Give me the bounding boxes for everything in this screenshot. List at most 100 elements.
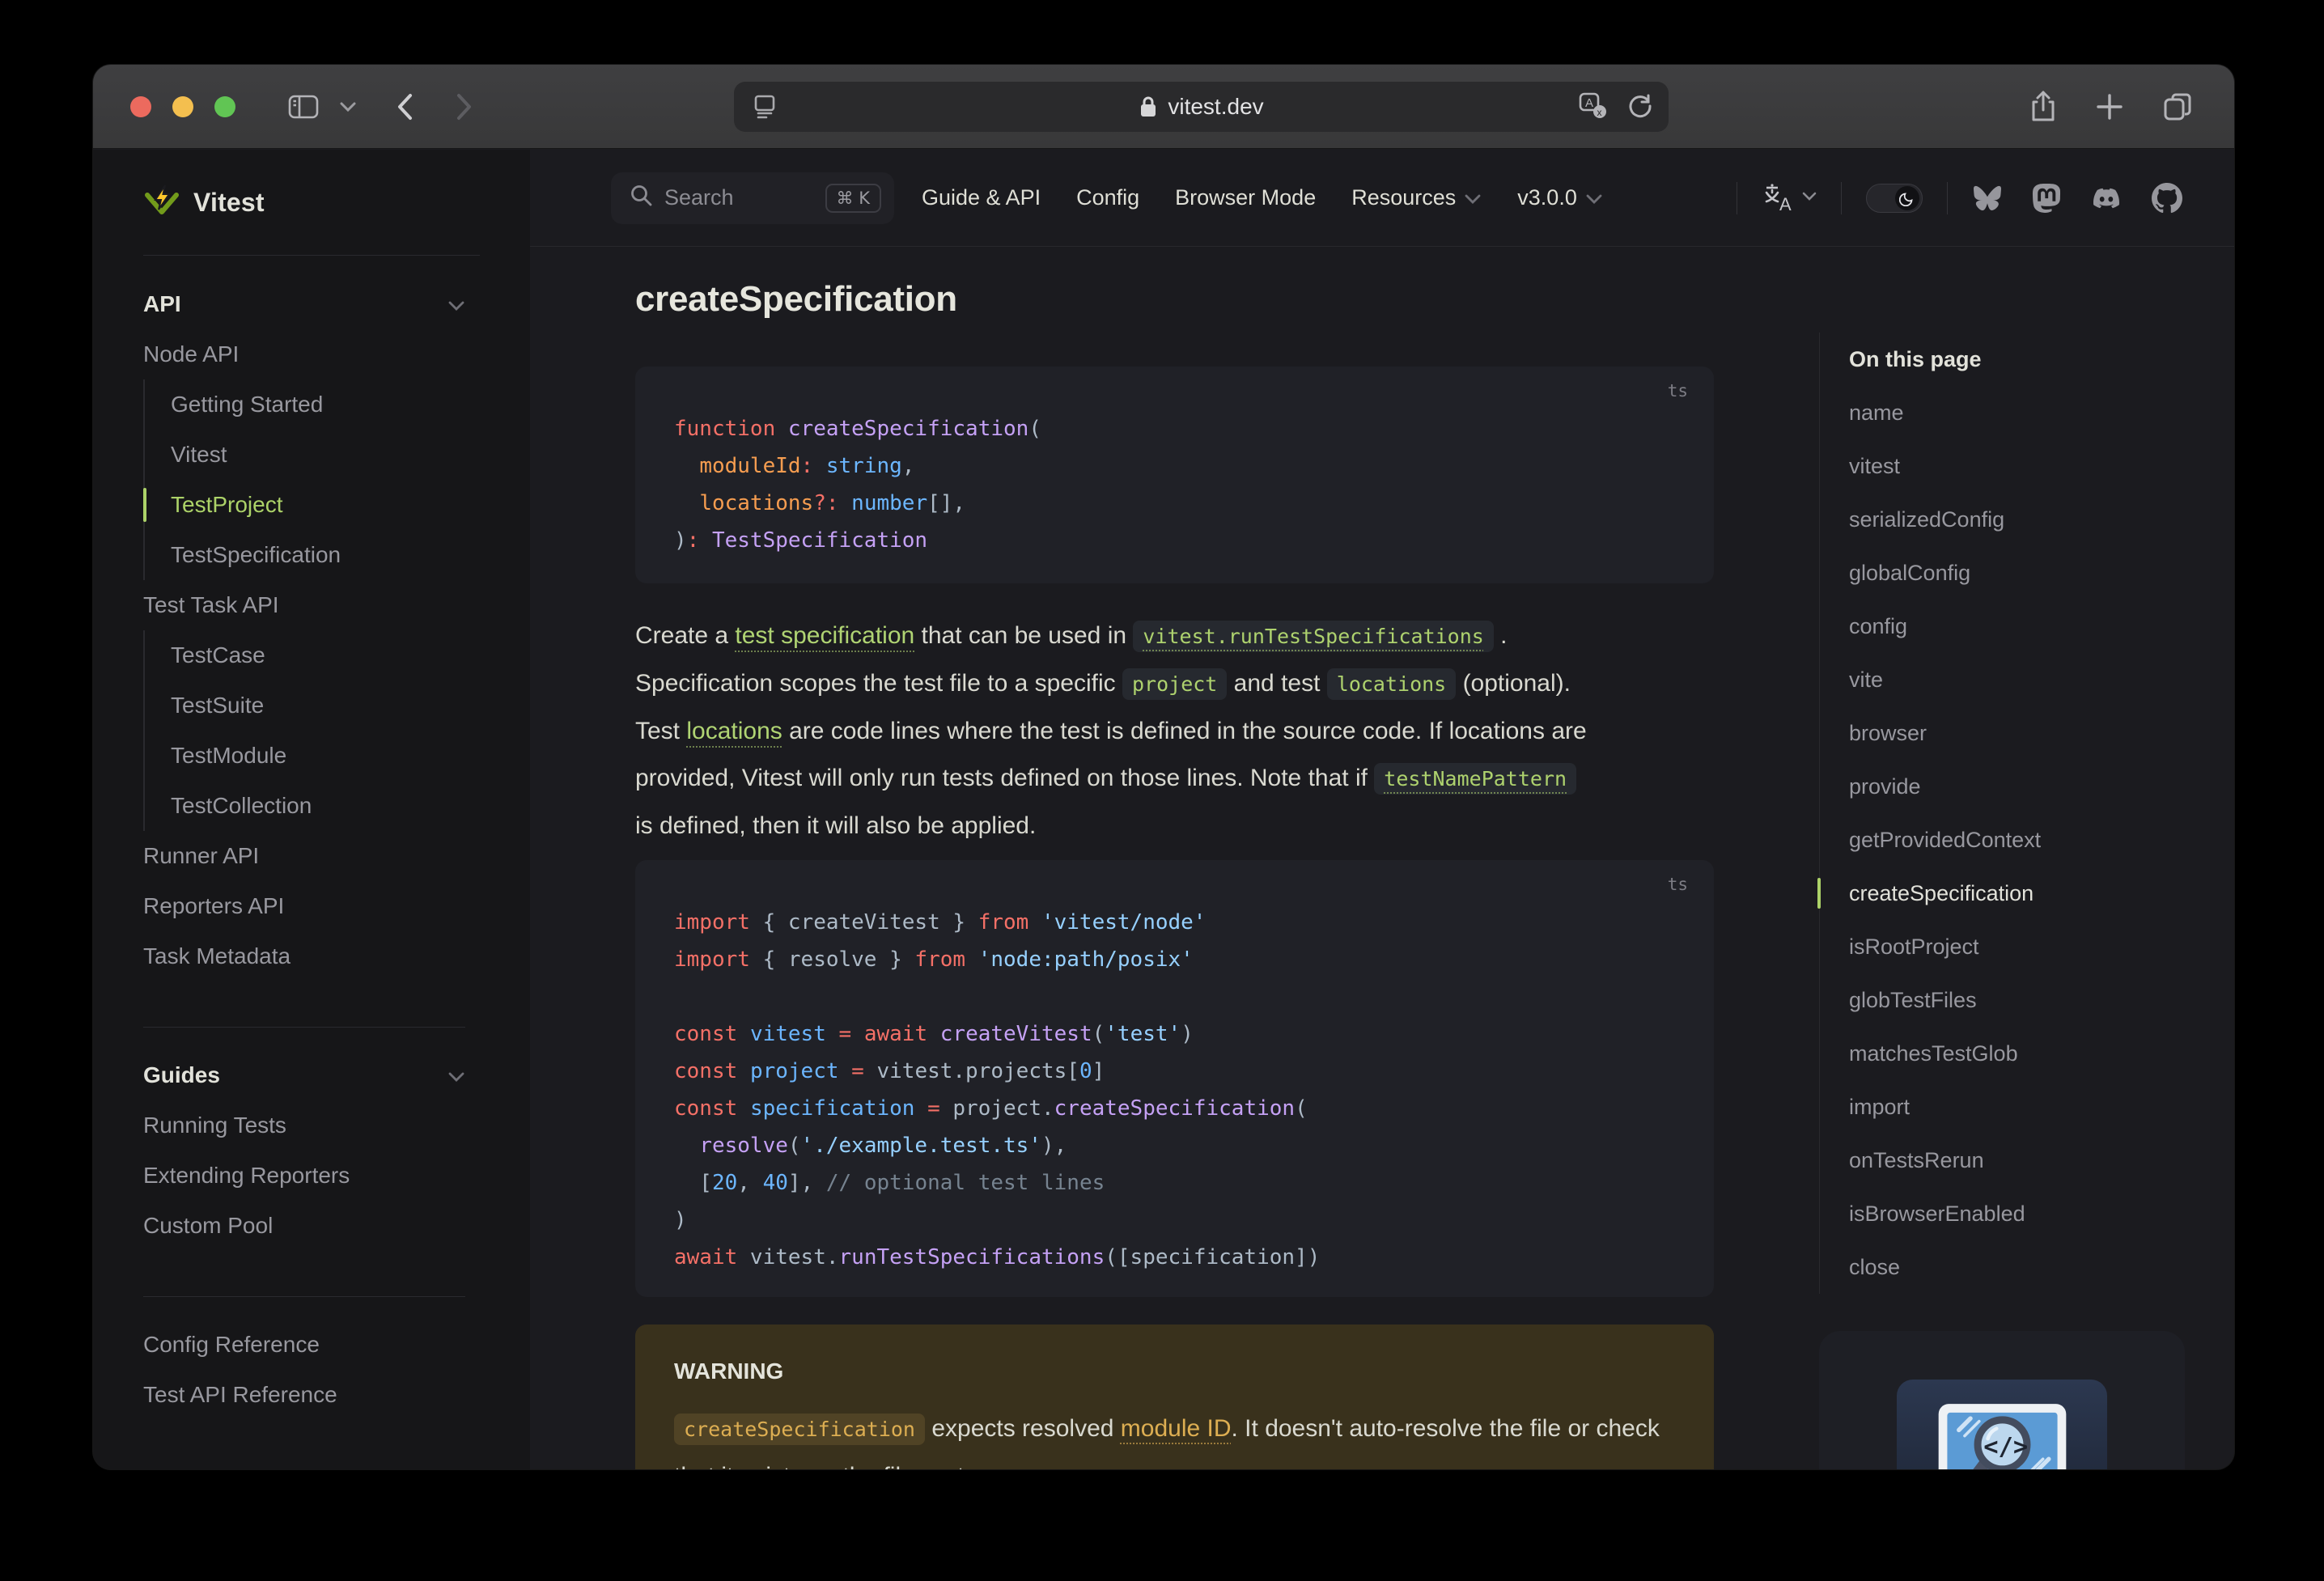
sidebar-item-testcase[interactable]: TestCase: [143, 630, 462, 680]
moon-icon: [1895, 185, 1919, 210]
toc-item-getprovidedcontext[interactable]: getProvidedContext: [1849, 813, 2167, 867]
reload-icon[interactable]: [1626, 92, 1654, 120]
sidebar-item-node-api[interactable]: Node API: [143, 329, 512, 379]
sidebar-item-custom-pool[interactable]: Custom Pool: [143, 1201, 512, 1251]
inline-code: locations: [1326, 668, 1457, 700]
code-line: const vitest = await createVitest('test'…: [674, 1022, 1194, 1046]
mastodon-icon[interactable]: [2032, 183, 2061, 214]
language-menu[interactable]: A: [1762, 183, 1817, 214]
sidebar-item-test-task-api[interactable]: Test Task API: [143, 580, 512, 630]
code-link-testnamepattern[interactable]: testNamePattern: [1374, 763, 1577, 795]
doc-link-module-id[interactable]: module ID: [1121, 1415, 1232, 1442]
back-button[interactable]: [394, 91, 415, 122]
main-area: Search ⌘ K Guide & API Config Browser Mode…: [530, 150, 2234, 1469]
nav-link-browser-mode[interactable]: Browser Mode: [1175, 185, 1316, 210]
sidebar-item-testspecification[interactable]: TestSpecification: [143, 530, 462, 580]
toc-item-browser[interactable]: browser: [1849, 706, 2167, 760]
doc-link-test-specification[interactable]: test specification: [735, 622, 914, 649]
close-window-button[interactable]: [130, 95, 151, 117]
toc-item-vitest[interactable]: vitest: [1849, 439, 2167, 493]
svg-text:A: A: [1585, 96, 1593, 110]
sidebar-chevron-down-icon[interactable]: [339, 101, 357, 112]
new-tab-icon[interactable]: [2095, 92, 2124, 121]
dark-mode-toggle[interactable]: [1866, 183, 1923, 213]
toc-item-vite[interactable]: vite: [1849, 653, 2167, 706]
chevron-down-icon: [447, 291, 465, 317]
sponsor-card[interactable]: </>: [1819, 1331, 2185, 1469]
warning-line: createSpecification expects resolved mod…: [674, 1405, 1675, 1453]
translate-icon[interactable]: A x: [1578, 91, 1609, 121]
sidebar-item-testmodule[interactable]: TestModule: [143, 731, 462, 781]
toc-item-serializedconfig[interactable]: serializedConfig: [1849, 493, 2167, 546]
sidebar-item-runner-api[interactable]: Runner API: [143, 831, 512, 881]
tab-overview-icon[interactable]: [2161, 91, 2194, 123]
code-link-vitest-runtestspecifications[interactable]: vitest.runTestSpecifications: [1133, 621, 1494, 652]
sidebar-item-label: Reporters API: [143, 893, 285, 918]
github-icon[interactable]: [2152, 182, 2182, 214]
svg-text:x: x: [1597, 107, 1602, 118]
sidebar-item-label: Running Tests: [143, 1113, 286, 1138]
sidebar: Vitest API Node API Getting Started Vitest T…: [93, 150, 530, 1469]
discord-icon[interactable]: [2090, 185, 2123, 211]
paragraph-line: Specification scopes the test file to a …: [635, 660, 1768, 708]
sidebar-item-extending-reporters[interactable]: Extending Reporters: [143, 1151, 512, 1201]
sidebar-item-config-reference[interactable]: Config Reference: [143, 1320, 512, 1370]
toc-item-globtestfiles[interactable]: globTestFiles: [1849, 973, 2167, 1027]
sidebar-item-vitest[interactable]: Vitest: [143, 430, 462, 480]
chevron-down-icon: [1464, 185, 1482, 210]
code-line: import { resolve } from 'node:path/posix…: [674, 947, 1194, 972]
sidebar-item-testcollection[interactable]: TestCollection: [143, 781, 462, 831]
sidebar-item-reporters-api[interactable]: Reporters API: [143, 881, 512, 931]
nav-dropdown-v3-0-0[interactable]: v3.0.0: [1517, 185, 1603, 210]
sidebar-item-getting-started[interactable]: Getting Started: [143, 379, 462, 430]
code-content[interactable]: import { createVitest } from 'vitest/nod…: [635, 860, 1714, 1308]
bluesky-icon[interactable]: [1972, 184, 2003, 212]
search-button[interactable]: Search ⌘ K: [611, 172, 894, 224]
toc-item-matchestestglob[interactable]: matchesTestGlob: [1849, 1027, 2167, 1080]
toc-item-isbrowserenabled[interactable]: isBrowserEnabled: [1849, 1187, 2167, 1240]
code-lang-badge: ts: [1667, 381, 1688, 401]
doc-link-locations[interactable]: locations: [686, 718, 782, 744]
address-bar[interactable]: vitest.dev A x: [734, 82, 1669, 132]
top-navbar: Search ⌘ K Guide & API Config Browser Mode…: [530, 150, 2234, 247]
page-format-icon[interactable]: [750, 92, 779, 121]
sidebar-item-running-tests[interactable]: Running Tests: [143, 1100, 512, 1151]
minimize-window-button[interactable]: [172, 95, 193, 117]
sidebar-item-api[interactable]: API: [143, 279, 512, 329]
sidebar-item-testproject[interactable]: TestProject: [143, 480, 462, 530]
site-title: Vitest: [193, 187, 265, 217]
toc-item-globalconfig[interactable]: globalConfig: [1849, 546, 2167, 600]
toc-item-close[interactable]: close: [1849, 1240, 2167, 1294]
toc-item-config[interactable]: config: [1849, 600, 2167, 653]
toc-item-ontestsrerun[interactable]: onTestsRerun: [1849, 1134, 2167, 1187]
sidebar-item-testsuite[interactable]: TestSuite: [143, 680, 462, 731]
search-shortcut: ⌘ K: [825, 183, 881, 213]
code-content[interactable]: function createSpecification( moduleId: …: [635, 367, 1714, 591]
sidebar-item-label: Vitest: [171, 442, 227, 467]
nav-link-guide-api[interactable]: Guide & API: [922, 185, 1041, 210]
sidebar-divider: [143, 1296, 465, 1297]
toc-item-provide[interactable]: provide: [1849, 760, 2167, 813]
sidebar-item-task-metadata[interactable]: Task Metadata: [143, 931, 512, 981]
share-icon[interactable]: [2029, 89, 2058, 125]
vitest-logo-icon: [143, 182, 180, 223]
zoom-window-button[interactable]: [214, 95, 235, 117]
nav-dropdown-resources[interactable]: Resources: [1351, 185, 1482, 210]
toc-item-import[interactable]: import: [1849, 1080, 2167, 1134]
sidebar-item-test-api-reference[interactable]: Test API Reference: [143, 1370, 512, 1420]
chevron-down-icon: [1585, 185, 1603, 210]
code-line: ): TestSpecification: [674, 528, 928, 553]
sidebar-item-label: TestSpecification: [171, 542, 341, 567]
code-block-example: ts import { createVitest } from 'vitest/…: [635, 860, 1714, 1297]
toc-item-createspecification[interactable]: createSpecification: [1817, 867, 2167, 920]
nav-link-config[interactable]: Config: [1076, 185, 1139, 210]
sidebar-item-label: Getting Started: [171, 392, 324, 417]
toc-item-name[interactable]: name: [1849, 386, 2167, 439]
sidebar-toggle-icon[interactable]: [287, 92, 320, 121]
sidebar-item-label: TestCollection: [171, 793, 312, 818]
forward-button[interactable]: [454, 91, 475, 122]
toc-item-isrootproject[interactable]: isRootProject: [1849, 920, 2167, 973]
site-logo[interactable]: Vitest: [93, 150, 530, 255]
inline-code: project: [1122, 668, 1228, 700]
sidebar-item-guides[interactable]: Guides: [143, 1050, 512, 1100]
